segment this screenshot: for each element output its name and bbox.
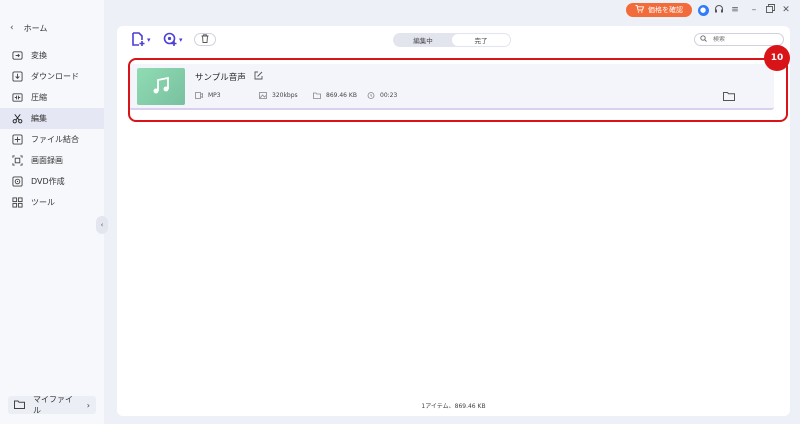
status-tabs: 編集中 完了 (393, 33, 511, 47)
step-badge: 10 (764, 45, 790, 71)
sidebar-item-label: DVD作成 (31, 177, 65, 186)
sidebar-item-label: ツール (31, 198, 55, 207)
headset-icon (714, 4, 724, 17)
sidebar-item-label: ダウンロード (31, 72, 79, 81)
menu-button[interactable]: ≡ (729, 4, 741, 16)
sidebar-item-label: 変換 (31, 51, 47, 60)
screen-record-icon (12, 155, 23, 166)
chevron-left-icon: ‹ (10, 23, 14, 33)
trash-icon (201, 34, 209, 45)
scissors-icon (12, 113, 23, 124)
sidebar-item-tools[interactable]: ツール (0, 192, 104, 213)
sidebar-item-dvd[interactable]: DVD作成 (0, 171, 104, 192)
minimize-icon: – (751, 5, 757, 15)
convert-icon (12, 50, 23, 61)
sidebar-item-convert[interactable]: 変換 (0, 45, 104, 66)
sidebar-item-compress[interactable]: 圧縮 (0, 87, 104, 108)
home-link[interactable]: ‹ ホーム (10, 22, 47, 34)
chevron-down-icon: ▾ (147, 36, 151, 44)
compress-icon (12, 92, 23, 103)
support-button[interactable] (713, 4, 725, 16)
add-media-button[interactable]: ▾ (163, 32, 183, 48)
hamburger-icon: ≡ (731, 5, 739, 15)
sidebar-item-label: ファイル結合 (31, 135, 79, 144)
check-price-button[interactable]: 価格を確認 (626, 3, 692, 17)
sidebar-item-download[interactable]: ダウンロード (0, 66, 104, 87)
sidebar-nav: 変換 ダウンロード 圧縮 編集 ファイル結合 画面録画 DVD作成 ツール (0, 45, 104, 213)
cart-icon (635, 5, 645, 15)
chevron-left-icon: ‹ (100, 221, 104, 229)
close-icon: ✕ (782, 5, 790, 15)
add-file-icon (131, 32, 145, 48)
check-price-label: 価格を確認 (648, 6, 683, 14)
my-files-label: マイファイル (33, 395, 73, 415)
minimize-button[interactable]: – (748, 4, 760, 16)
account-button[interactable]: ● (697, 4, 709, 16)
tab-completed[interactable]: 完了 (452, 34, 510, 46)
user-avatar-icon: ● (697, 4, 709, 16)
sidebar-item-merge[interactable]: ファイル結合 (0, 129, 104, 150)
home-label: ホーム (23, 23, 48, 33)
sidebar-item-label: 圧縮 (31, 93, 47, 102)
sidebar: ‹ ホーム 変換 ダウンロード 圧縮 編集 ファイル結合 画面録画 DVD作成 … (0, 0, 104, 424)
my-files-button[interactable]: マイファイル › (8, 395, 96, 415)
add-circle-icon (163, 32, 177, 48)
folder-icon (14, 400, 25, 411)
download-icon (12, 71, 23, 82)
close-button[interactable]: ✕ (780, 4, 792, 16)
dvd-icon (12, 176, 23, 187)
search-icon (700, 35, 707, 44)
delete-button[interactable] (194, 33, 216, 46)
chevron-down-icon: ▾ (179, 36, 183, 44)
add-file-button[interactable]: ▾ (131, 32, 151, 48)
tab-editing[interactable]: 編集中 (394, 34, 452, 46)
restore-icon (765, 4, 775, 16)
toolbar: ▾ ▾ 編集中 完了 (117, 26, 790, 56)
search-box[interactable] (694, 33, 784, 46)
sidebar-item-screen-record[interactable]: 画面録画 (0, 150, 104, 171)
merge-icon (12, 134, 23, 145)
sidebar-item-label: 画面録画 (31, 156, 63, 165)
highlight-frame (128, 58, 788, 122)
tools-grid-icon (12, 197, 23, 208)
chevron-right-icon: › (86, 400, 90, 410)
search-input[interactable] (713, 36, 773, 43)
status-bar: 1アイテム、869.46 KB (421, 403, 486, 410)
sidebar-item-edit[interactable]: 編集 (0, 108, 104, 129)
sidebar-collapse-button[interactable]: ‹ (96, 216, 108, 234)
restore-button[interactable] (764, 4, 776, 16)
sidebar-item-label: 編集 (31, 114, 47, 123)
